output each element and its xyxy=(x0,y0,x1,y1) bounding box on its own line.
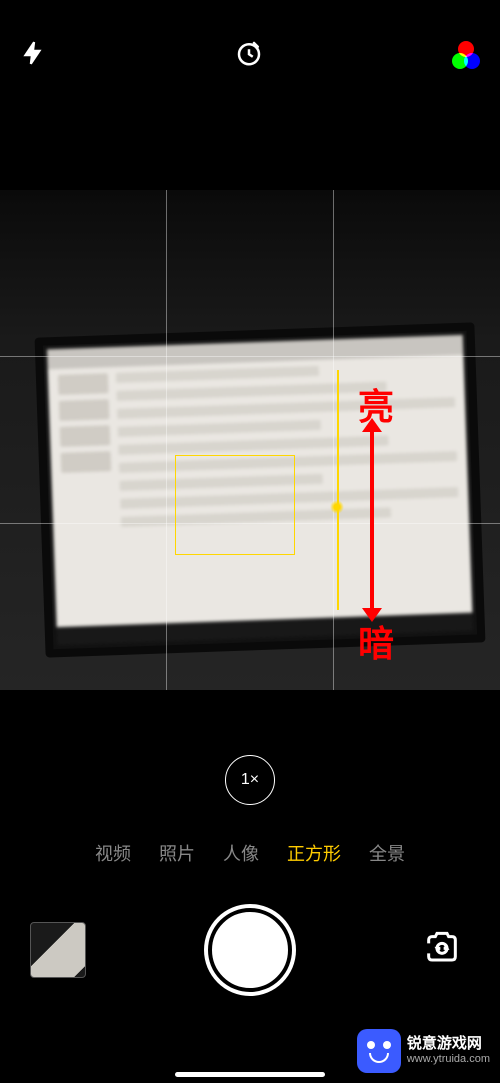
watermark-logo xyxy=(357,1029,401,1073)
filter-icon[interactable] xyxy=(452,41,480,69)
zoom-level-label: 1× xyxy=(241,771,259,789)
bottom-controls xyxy=(0,890,500,1010)
switch-camera-button[interactable] xyxy=(414,922,470,978)
watermark: 锐意游戏网 www.ytruida.com xyxy=(357,1029,490,1073)
watermark-title: 锐意游戏网 xyxy=(407,1035,490,1053)
grid-line xyxy=(0,356,500,357)
mode-square[interactable]: 正方形 xyxy=(287,840,341,866)
focus-box[interactable] xyxy=(175,455,295,555)
annotation-dark: 暗 xyxy=(358,615,394,667)
timer-icon[interactable] xyxy=(234,38,264,73)
home-indicator[interactable] xyxy=(175,1072,325,1077)
top-toolbar xyxy=(0,0,500,110)
mode-video[interactable]: 视频 xyxy=(95,840,131,866)
watermark-url: www.ytruida.com xyxy=(407,1053,490,1066)
flash-icon[interactable] xyxy=(20,40,46,71)
last-photo-thumbnail[interactable] xyxy=(30,922,86,978)
grid-line xyxy=(333,190,334,690)
annotation-arrow xyxy=(370,430,374,610)
grid-line xyxy=(166,190,167,690)
mode-photo[interactable]: 照片 xyxy=(159,840,195,866)
mode-portrait[interactable]: 人像 xyxy=(223,840,259,866)
exposure-slider-track[interactable] xyxy=(337,370,339,610)
zoom-button[interactable]: 1× xyxy=(225,755,275,805)
shutter-button[interactable] xyxy=(208,908,292,992)
mode-pano[interactable]: 全景 xyxy=(369,840,405,866)
exposure-sun-icon[interactable] xyxy=(330,500,344,514)
camera-viewfinder[interactable]: 亮 暗 xyxy=(0,190,500,690)
mode-selector[interactable]: 视频 照片 人像 正方形 全景 xyxy=(0,840,500,866)
